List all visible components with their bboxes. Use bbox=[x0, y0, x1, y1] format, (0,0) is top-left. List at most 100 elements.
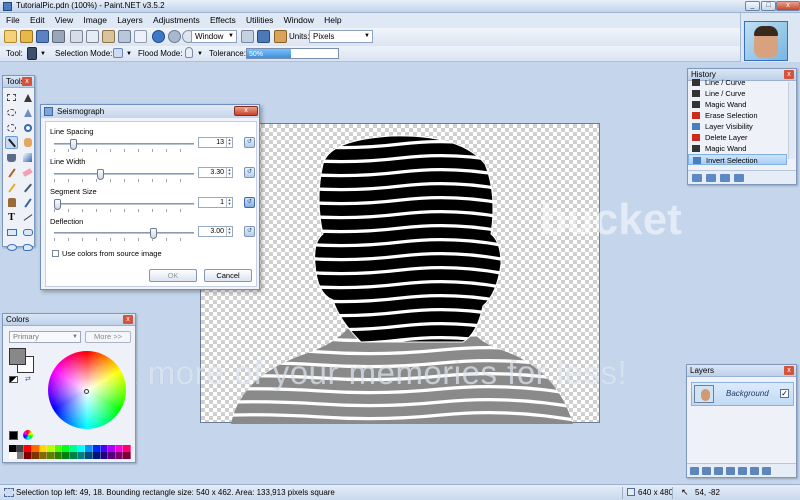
ruler-icon[interactable] bbox=[274, 30, 287, 43]
deflection-slider[interactable] bbox=[54, 228, 194, 239]
rectangle-select-tool-icon[interactable] bbox=[5, 91, 18, 104]
history-scrollbar[interactable] bbox=[788, 82, 795, 159]
minimize-button[interactable]: _ bbox=[745, 1, 760, 11]
palette-swatch[interactable] bbox=[31, 452, 40, 459]
spinner-icon[interactable]: ▲ ▼ bbox=[226, 227, 232, 236]
undo-icon[interactable] bbox=[152, 30, 165, 43]
menu-layers[interactable]: Layers bbox=[113, 13, 147, 28]
magic-wand-icon[interactable] bbox=[27, 47, 37, 60]
menu-adjustments[interactable]: Adjustments bbox=[149, 13, 204, 28]
palette-swatch[interactable] bbox=[9, 452, 17, 459]
spinner-icon[interactable]: ▲ ▼ bbox=[226, 138, 232, 147]
move-layer-down-icon[interactable] bbox=[750, 467, 759, 475]
primary-secondary-select[interactable]: Primary ▼ bbox=[9, 331, 81, 343]
rewind-icon[interactable] bbox=[692, 174, 702, 182]
merge-layer-icon[interactable] bbox=[726, 467, 735, 475]
duplicate-layer-icon[interactable] bbox=[714, 467, 723, 475]
move-selected-tool-icon[interactable] bbox=[21, 91, 34, 104]
print-icon[interactable] bbox=[52, 30, 65, 43]
color-wheel[interactable] bbox=[48, 351, 126, 429]
palette-swatch[interactable] bbox=[16, 445, 25, 452]
palette-swatch[interactable] bbox=[92, 445, 101, 452]
palette-swatch[interactable] bbox=[85, 452, 93, 459]
zoom-tool-icon[interactable] bbox=[21, 121, 34, 134]
undo-icon[interactable] bbox=[706, 174, 716, 182]
close-button[interactable]: x bbox=[776, 1, 800, 11]
history-item[interactable]: Line / Curve bbox=[688, 77, 787, 88]
palette-swatch[interactable] bbox=[39, 452, 48, 459]
rounded-rectangle-tool-icon[interactable] bbox=[21, 226, 34, 239]
reset-colors-icon[interactable] bbox=[9, 376, 18, 383]
ellipse-select-tool-icon[interactable] bbox=[5, 121, 18, 134]
image-thumbnail-tab[interactable] bbox=[744, 21, 788, 61]
ok-button[interactable]: OK bbox=[149, 269, 197, 282]
layer-properties-icon[interactable] bbox=[762, 467, 771, 475]
palette-swatch[interactable] bbox=[70, 452, 78, 459]
menu-image[interactable]: Image bbox=[79, 13, 111, 28]
close-icon[interactable]: x bbox=[22, 77, 32, 86]
menu-view[interactable]: View bbox=[51, 13, 77, 28]
palette-swatch[interactable] bbox=[54, 445, 63, 452]
line-spacing-input[interactable]: 13 ▲ ▼ bbox=[198, 137, 233, 148]
menu-window[interactable]: Window bbox=[280, 13, 318, 28]
palette-swatch[interactable] bbox=[108, 452, 116, 459]
segment-size-input[interactable]: 1 ▲ ▼ bbox=[198, 197, 233, 208]
history-item[interactable]: Line / Curve bbox=[688, 88, 787, 99]
copy-icon[interactable] bbox=[86, 30, 99, 43]
palette-swatch[interactable] bbox=[77, 452, 86, 459]
menu-effects[interactable]: Effects bbox=[206, 13, 240, 28]
line-spacing-slider[interactable] bbox=[54, 139, 194, 150]
text-tool-icon[interactable]: T bbox=[5, 211, 18, 224]
segment-size-slider[interactable] bbox=[54, 199, 194, 210]
palette-swatch[interactable] bbox=[100, 445, 109, 452]
chevron-down-icon[interactable]: ▼ bbox=[197, 48, 203, 60]
gradient-tool-icon[interactable] bbox=[21, 151, 34, 164]
redo-icon[interactable] bbox=[168, 30, 181, 43]
palette-swatch[interactable] bbox=[9, 445, 17, 452]
maximize-button[interactable]: □ bbox=[761, 1, 776, 11]
line-width-slider[interactable] bbox=[54, 169, 194, 180]
zoom-combo[interactable]: Window ▼ bbox=[191, 30, 237, 43]
palette-swatch[interactable] bbox=[31, 445, 40, 452]
line-width-input[interactable]: 3.30 ▲ ▼ bbox=[198, 167, 233, 178]
history-item-selected[interactable]: Invert Selection bbox=[688, 154, 787, 165]
zoom-in-icon[interactable] bbox=[241, 30, 254, 43]
palette-swatch[interactable] bbox=[24, 445, 32, 452]
deflection-input[interactable]: 3.00 ▲ ▼ bbox=[198, 226, 233, 237]
paintbrush-tool-icon[interactable] bbox=[5, 166, 18, 179]
menu-utilities[interactable]: Utilities bbox=[242, 13, 277, 28]
history-item[interactable]: Layer Visibility bbox=[688, 121, 787, 132]
palette-swatch[interactable] bbox=[47, 445, 55, 452]
primary-color-swatch[interactable] bbox=[9, 348, 26, 365]
palette-swatch[interactable] bbox=[123, 445, 131, 452]
palette-swatch[interactable] bbox=[108, 445, 116, 452]
palette-swatch[interactable] bbox=[24, 452, 32, 459]
palette-swatch[interactable] bbox=[85, 445, 93, 452]
palette-swatch[interactable] bbox=[62, 445, 70, 452]
reset-icon[interactable]: ↺ bbox=[244, 226, 255, 237]
units-combo[interactable]: Pixels ▼ bbox=[309, 30, 373, 43]
open-file-icon[interactable] bbox=[20, 30, 33, 43]
chevron-down-icon[interactable]: ▼ bbox=[126, 48, 132, 60]
move-layer-up-icon[interactable] bbox=[738, 467, 747, 475]
palette-swatch[interactable] bbox=[92, 452, 101, 459]
save-icon[interactable] bbox=[36, 30, 49, 43]
crop-icon[interactable] bbox=[118, 30, 131, 43]
menu-edit[interactable]: Edit bbox=[26, 13, 49, 28]
history-item[interactable]: Magic Wand bbox=[688, 143, 787, 154]
reset-icon[interactable]: ↺ bbox=[244, 137, 255, 148]
deselect-icon[interactable] bbox=[134, 30, 147, 43]
palette-swatch[interactable] bbox=[16, 452, 25, 459]
palette-swatch[interactable] bbox=[100, 452, 109, 459]
palette-swatch[interactable] bbox=[54, 452, 63, 459]
layer-visibility-checkbox[interactable]: ✓ bbox=[780, 389, 789, 398]
paste-icon[interactable] bbox=[102, 30, 115, 43]
rectangle-tool-icon[interactable] bbox=[5, 226, 18, 239]
black-swatch[interactable] bbox=[9, 431, 18, 440]
palette-swatch[interactable] bbox=[62, 452, 70, 459]
eraser-tool-icon[interactable] bbox=[21, 166, 34, 179]
spinner-icon[interactable]: ▲ ▼ bbox=[226, 198, 232, 207]
paint-bucket-tool-icon[interactable] bbox=[5, 151, 18, 164]
redo-icon[interactable] bbox=[720, 174, 730, 182]
line-curve-tool-icon[interactable] bbox=[21, 211, 34, 224]
